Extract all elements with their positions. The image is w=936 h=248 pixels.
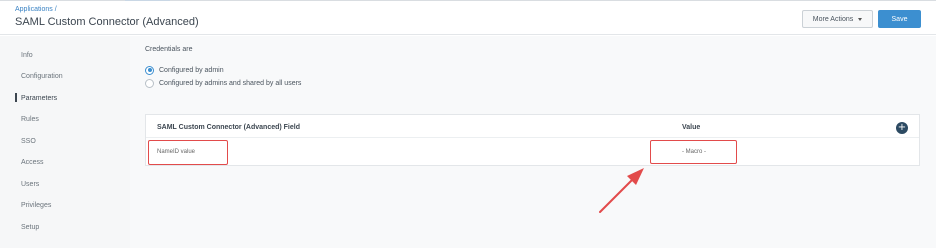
sidebar-item-rules[interactable]: Rules <box>15 109 127 129</box>
parameters-table <box>145 114 920 166</box>
radio-unchecked-icon[interactable] <box>145 78 154 88</box>
caret-down-icon <box>858 17 863 21</box>
radio-label: Configured by admins and shared by all u… <box>159 79 302 87</box>
sidebar-item-privileges[interactable]: Privileges <box>15 195 127 215</box>
more-actions-button[interactable]: More Actions <box>802 10 873 28</box>
sidebar-item-sso[interactable]: SSO <box>15 131 127 151</box>
page-title: SAML Custom Connector (Advanced) <box>15 16 199 28</box>
sidebar-item-setup[interactable]: Setup <box>15 217 127 237</box>
field-highlight-box <box>148 140 228 165</box>
column-header-field: SAML Custom Connector (Advanced) Field <box>157 124 300 131</box>
radio-configured-by-admin[interactable]: Configured by admin <box>145 64 224 76</box>
add-parameter-button[interactable]: + <box>896 122 908 134</box>
sidebar-item-configuration[interactable]: Configuration <box>15 66 127 86</box>
save-button[interactable]: Save <box>878 10 921 28</box>
breadcrumb-applications[interactable]: Applications / <box>15 6 57 13</box>
page-header: Applications / SAML Custom Connector (Ad… <box>0 1 936 35</box>
radio-configured-by-admins-shared[interactable]: Configured by admins and shared by all u… <box>145 77 301 89</box>
sidebar-item-parameters[interactable]: Parameters <box>15 88 127 108</box>
more-actions-label: More Actions <box>812 15 854 23</box>
column-header-value: Value <box>682 124 701 131</box>
radio-checked-icon[interactable] <box>145 65 154 75</box>
sidebar-item-info[interactable]: Info <box>15 45 127 65</box>
sidebar-item-users[interactable]: Users <box>15 174 127 194</box>
sidebar-item-access[interactable]: Access <box>15 152 127 172</box>
row-divider <box>146 137 919 138</box>
credentials-label: Credentials are <box>145 46 193 53</box>
radio-label: Configured by admin <box>159 66 224 74</box>
value-highlight-box <box>650 140 737 164</box>
annotation-arrow-icon <box>599 168 644 213</box>
